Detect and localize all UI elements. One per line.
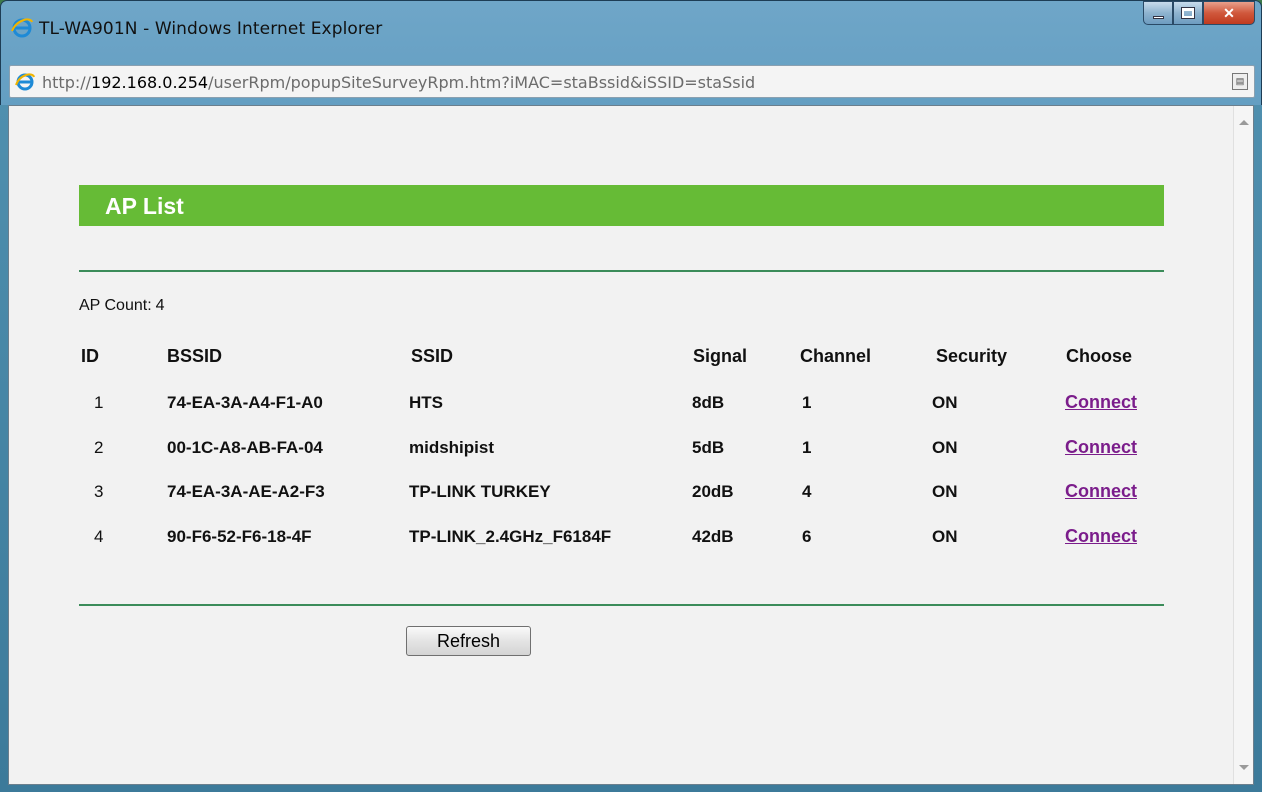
- col-header-signal: Signal: [693, 346, 748, 366]
- url-prefix: http://: [42, 73, 92, 92]
- close-icon: ✕: [1223, 4, 1235, 21]
- divider-top: [79, 270, 1164, 272]
- row-1-connect-link[interactable]: Connect: [1065, 392, 1137, 413]
- row-4-security: ON: [932, 527, 958, 546]
- address-bar[interactable]: http://192.168.0.254/userRpm/popupSiteSu…: [9, 65, 1255, 98]
- minimize-icon: [1152, 15, 1164, 19]
- ap-list-header: AP List: [79, 185, 1164, 226]
- row-1-signal: 8dB: [692, 393, 725, 412]
- window-border-right: [1254, 105, 1262, 792]
- row-4-channel: 6: [802, 527, 812, 546]
- col-header-choose: Choose: [1066, 346, 1133, 366]
- row-4-connect-link[interactable]: Connect: [1065, 526, 1137, 547]
- window-controls: ✕: [1143, 1, 1255, 27]
- compatibility-view-icon[interactable]: ▤: [1232, 73, 1248, 90]
- row-2-channel: 1: [802, 438, 812, 457]
- row-2-ssid: midshipist: [409, 438, 495, 457]
- refresh-button[interactable]: Refresh: [406, 626, 531, 656]
- row-3-ssid: TP-LINK TURKEY: [409, 482, 551, 501]
- col-header-ssid: SSID: [411, 346, 454, 366]
- row-3-channel: 4: [802, 482, 812, 501]
- window-title: TL-WA901N - Windows Internet Explorer: [39, 19, 383, 39]
- url-path: /userRpm/popupSiteSurveyRpm.htm?iMAC=sta…: [208, 73, 756, 92]
- close-button[interactable]: ✕: [1203, 1, 1255, 25]
- row-3-connect-link[interactable]: Connect: [1065, 481, 1137, 502]
- row-2-security: ON: [932, 438, 958, 457]
- row-4-ssid: TP-LINK_2.4GHz_F6184F: [409, 527, 612, 546]
- page-viewport: AP List AP Count: 4 ID BSSID SSID Signal …: [8, 105, 1254, 785]
- row-3-bssid: 74-EA-3A-AE-A2-F3: [167, 482, 325, 501]
- window-border-bottom: [0, 785, 1262, 792]
- row-1-security: ON: [932, 393, 958, 412]
- row-2-connect-link[interactable]: Connect: [1065, 437, 1137, 458]
- ap-list-title: AP List: [105, 193, 184, 219]
- row-1-channel: 1: [802, 393, 812, 412]
- minimize-button[interactable]: [1143, 1, 1173, 25]
- maximize-icon: [1181, 7, 1195, 19]
- row-1-ssid: HTS: [409, 393, 443, 412]
- row-3-signal: 20dB: [692, 482, 734, 501]
- row-1-bssid: 74-EA-3A-A4-F1-A0: [167, 393, 323, 412]
- divider-bottom: [79, 604, 1164, 606]
- ap-count-value: 4: [155, 297, 165, 314]
- ap-count: AP Count: 4: [79, 297, 165, 315]
- scroll-up-icon[interactable]: [1239, 120, 1249, 125]
- row-4-signal: 42dB: [692, 527, 734, 546]
- row-1-id: 1: [94, 393, 104, 412]
- url-host: 192.168.0.254: [91, 73, 209, 92]
- scroll-down-icon[interactable]: [1239, 765, 1249, 770]
- title-bar[interactable]: TL-WA901N - Windows Internet Explorer ✕: [1, 1, 1261, 59]
- row-2-signal: 5dB: [692, 438, 725, 457]
- maximize-button[interactable]: [1173, 1, 1203, 25]
- col-header-bssid: BSSID: [167, 346, 223, 366]
- col-header-security: Security: [936, 346, 1008, 366]
- row-3-id: 3: [94, 482, 104, 501]
- page-icon: [15, 73, 35, 91]
- col-header-id: ID: [81, 346, 99, 366]
- ie-icon: [11, 18, 33, 38]
- col-header-channel: Channel: [800, 346, 872, 366]
- ap-count-label: AP Count:: [79, 297, 152, 314]
- row-2-bssid: 00-1C-A8-AB-FA-04: [167, 438, 323, 457]
- row-4-id: 4: [94, 527, 104, 546]
- address-url[interactable]: http://192.168.0.254/userRpm/popupSiteSu…: [42, 73, 755, 92]
- row-2-id: 2: [94, 438, 104, 457]
- row-4-bssid: 90-F6-52-F6-18-4F: [167, 527, 312, 546]
- vertical-scrollbar[interactable]: [1233, 106, 1253, 784]
- row-3-security: ON: [932, 482, 958, 501]
- window-border-left: [0, 105, 8, 792]
